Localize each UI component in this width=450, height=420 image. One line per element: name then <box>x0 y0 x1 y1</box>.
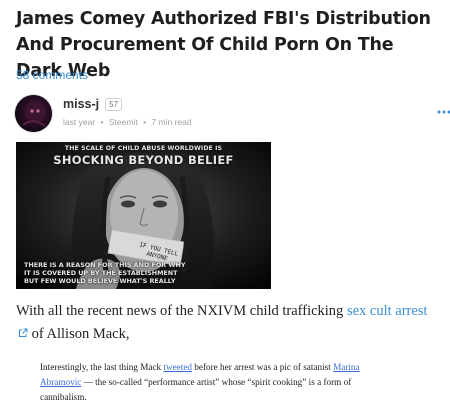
author-name[interactable]: miss-j <box>63 97 99 111</box>
link-text: sex cult arrest <box>346 303 428 319</box>
reputation-badge: 57 <box>105 97 123 111</box>
quote-text: before her arrest was a pic of satanist <box>192 362 334 372</box>
tweeted-link[interactable]: tweeted <box>163 362 192 372</box>
hero-image: THE SCALE OF CHILD ABUSE WORLDWIDE IS SH… <box>16 142 271 289</box>
body-text: With all the recent news of the NXIVM ch… <box>16 303 347 319</box>
author-line: miss-j 57 <box>63 97 123 111</box>
body-paragraph: With all the recent news of the NXIVM ch… <box>16 300 436 346</box>
image-caption-top-big: SHOCKING BEYOND BELIEF <box>53 153 234 167</box>
read-time: 7 min read <box>151 117 192 127</box>
quote-text: — the so-called “performance artist” who… <box>40 377 352 402</box>
avatar[interactable] <box>15 95 52 132</box>
image-caption-top-small: THE SCALE OF CHILD ABUSE WORLDWIDE IS <box>64 145 223 152</box>
meta-separator: • <box>100 117 104 127</box>
image-caption-bottom: BUT FEW WOULD BELIEVE WHAT'S REALLY <box>24 277 176 285</box>
more-dots-icon[interactable] <box>436 104 450 114</box>
external-link-icon <box>19 328 28 337</box>
quote-text: Interestingly, the last thing Mack <box>40 362 164 372</box>
comments-link[interactable]: 58 comments <box>16 68 88 82</box>
quote-block: Interestingly, the last thing Mack tweet… <box>40 360 380 405</box>
image-caption-bottom: THERE IS A REASON FOR THIS AND FOR WHY <box>24 261 186 269</box>
image-caption-bottom: IT IS COVERED UP BY THE ESTABLISHMENT <box>24 269 178 277</box>
post-meta: last year • Steemit • 7 min read <box>63 117 195 127</box>
post-page: James Comey Authorized FBI's Distributio… <box>0 0 450 420</box>
meta-separator: • <box>143 117 147 127</box>
post-time: last year <box>63 117 96 127</box>
community-link[interactable]: Steemit <box>109 117 138 127</box>
avatar-picture <box>15 95 52 132</box>
body-text: of Allison Mack, <box>28 326 130 342</box>
